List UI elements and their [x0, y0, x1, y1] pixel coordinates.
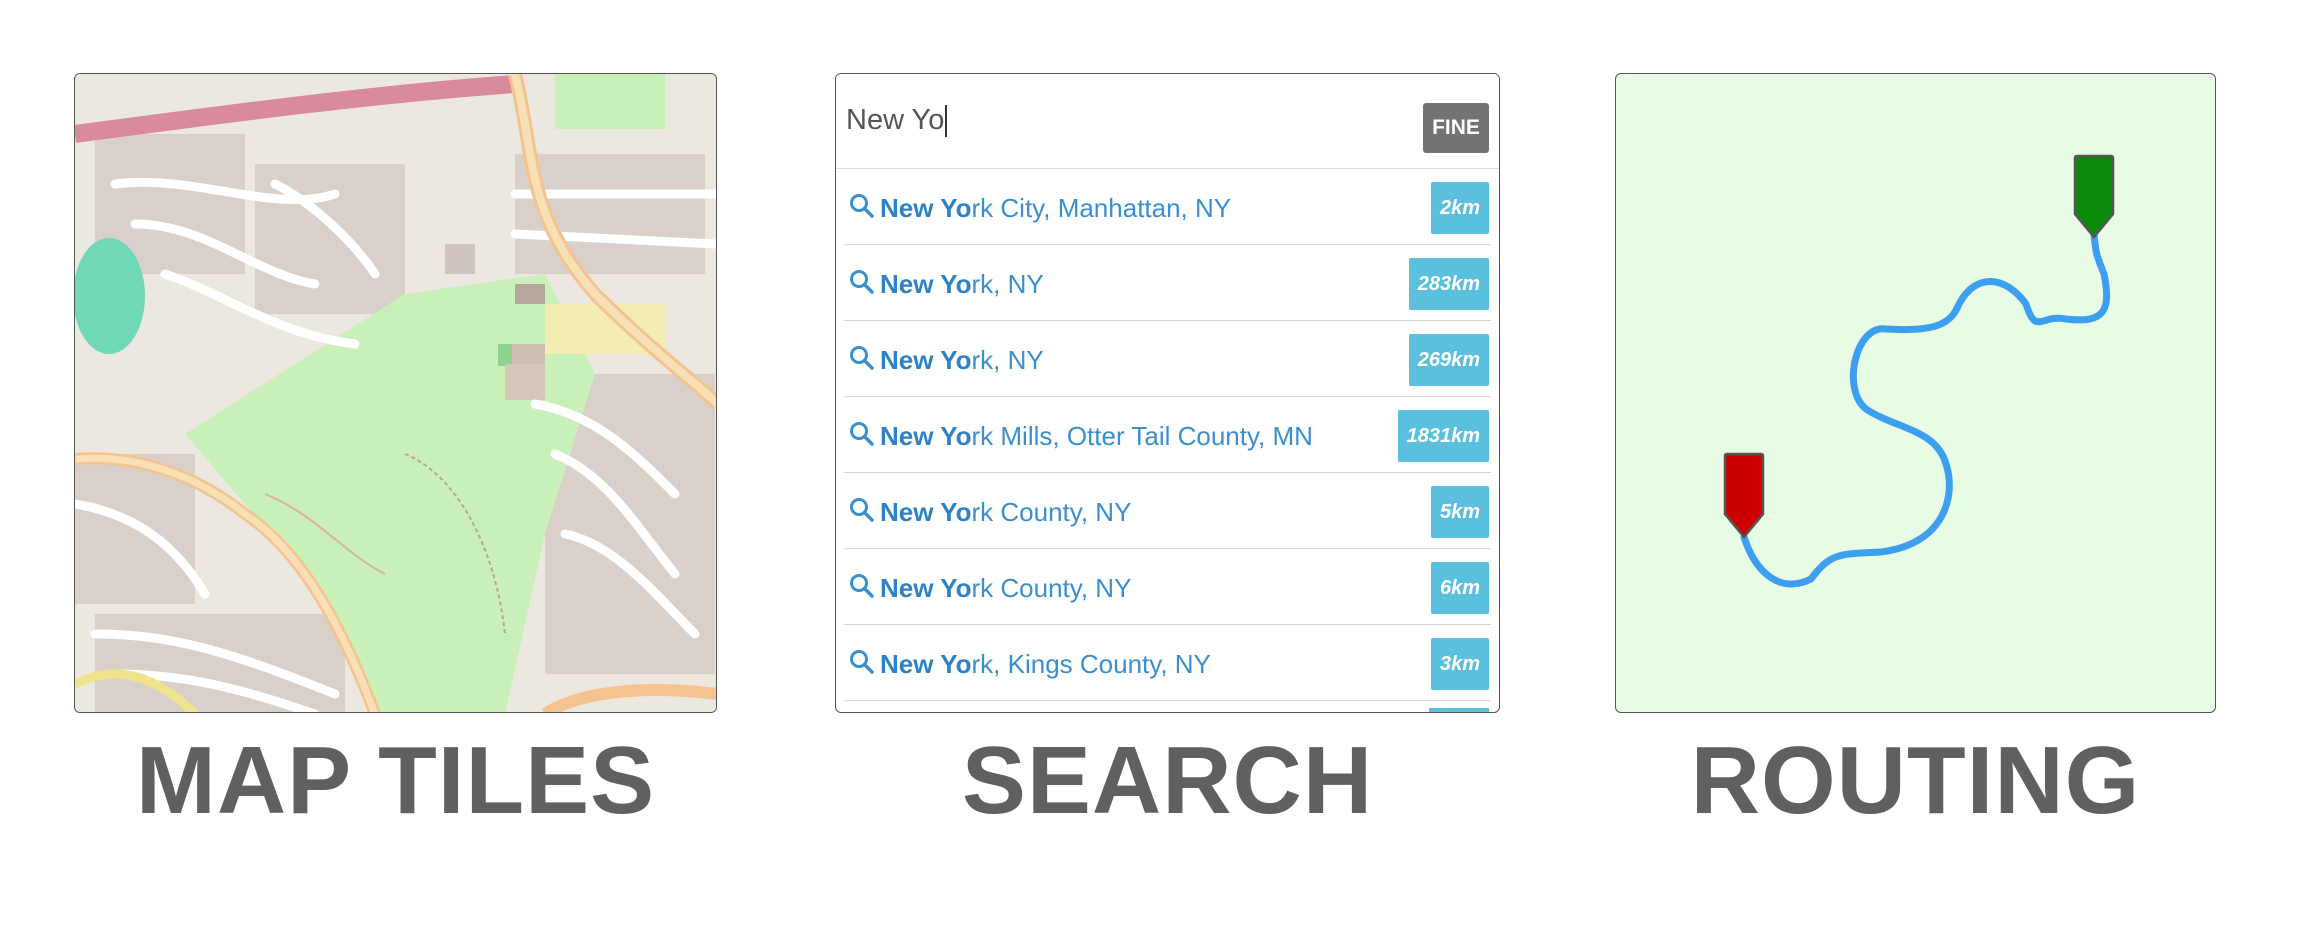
- search-icon: [850, 270, 874, 294]
- search-icon: [850, 346, 874, 370]
- search-result-item[interactable]: New York County, NY 5km: [844, 473, 1491, 549]
- search-icon: [850, 650, 874, 674]
- search-icon: [850, 194, 874, 218]
- search-result-rest: rk, NY: [971, 345, 1044, 375]
- distance-badge: 5km: [1430, 486, 1489, 538]
- search-result-rest: rk City, Manhattan, NY: [971, 193, 1232, 223]
- routing-panel[interactable]: [1615, 73, 2216, 713]
- map-tiles-panel[interactable]: [74, 73, 717, 713]
- next-result-badge-peek: [1429, 708, 1489, 712]
- search-panel: New Yo FINE New York City, Manhattan, NY…: [835, 73, 1500, 713]
- start-marker-icon: [1723, 452, 1765, 539]
- search-result-item[interactable]: New York, NY 283km: [844, 245, 1491, 321]
- text-caret: [945, 105, 948, 138]
- end-marker-icon: [2073, 154, 2115, 239]
- search-result-rest: rk County, NY: [971, 573, 1132, 603]
- search-icon: [850, 574, 874, 598]
- map-tile-image: [75, 74, 716, 712]
- distance-badge: 283km: [1408, 258, 1489, 310]
- search-result-item[interactable]: New York City, Manhattan, NY 2km: [844, 169, 1491, 245]
- search-icon: [850, 498, 874, 522]
- distance-badge: 6km: [1430, 562, 1489, 614]
- search-query-text: New Yo: [846, 104, 945, 136]
- find-button[interactable]: FINE: [1423, 103, 1489, 153]
- search-result-label: New York Mills, Otter Tail County, MN: [880, 421, 1313, 452]
- search-result-label: New York City, Manhattan, NY: [880, 193, 1231, 224]
- search-result-match: New Yo: [880, 269, 972, 299]
- search-result-label: New York County, NY: [880, 497, 1131, 528]
- search-caption: SEARCH: [961, 727, 1374, 834]
- search-result-item[interactable]: New York Mills, Otter Tail County, MN 183…: [844, 397, 1491, 473]
- search-result-match: New Yo: [880, 573, 972, 603]
- search-result-match: New Yo: [880, 193, 972, 223]
- route-line: [1740, 230, 2111, 588]
- route-map: [1723, 154, 2115, 588]
- search-result-rest: rk Mills, Otter Tail County, MN: [971, 421, 1313, 451]
- search-result-match: New Yo: [880, 497, 972, 527]
- search-icon: [850, 422, 874, 446]
- search-result-label: New York, NY: [880, 345, 1044, 376]
- routing-caption: ROUTING: [1690, 727, 2141, 834]
- distance-badge: 3km: [1430, 638, 1489, 690]
- search-result-rest: rk, NY: [971, 269, 1044, 299]
- search-result-item[interactable]: New York, NY 269km: [844, 321, 1491, 397]
- distance-badge: 1831km: [1397, 410, 1489, 462]
- search-result-label: New York, Kings County, NY: [880, 649, 1211, 680]
- search-result-rest: rk County, NY: [971, 497, 1132, 527]
- distance-badge: 2km: [1430, 182, 1489, 234]
- search-result-rest: rk, Kings County, NY: [971, 649, 1211, 679]
- distance-badge: 269km: [1408, 334, 1489, 386]
- search-result-label: New York County, NY: [880, 573, 1131, 604]
- search-result-match: New Yo: [880, 421, 972, 451]
- search-bar: New Yo FINE: [836, 74, 1499, 169]
- search-result-item[interactable]: New York County, NY 6km: [844, 549, 1491, 625]
- map-tiles-caption: MAP TILES: [135, 727, 656, 834]
- search-result-match: New Yo: [880, 345, 972, 375]
- search-result-match: New Yo: [880, 649, 972, 679]
- search-result-label: New York, NY: [880, 269, 1044, 300]
- search-result-item[interactable]: New York, Kings County, NY 3km: [844, 625, 1491, 701]
- search-input[interactable]: New Yo: [846, 104, 948, 138]
- search-results-list: New York City, Manhattan, NY 2km New York,…: [836, 169, 1499, 701]
